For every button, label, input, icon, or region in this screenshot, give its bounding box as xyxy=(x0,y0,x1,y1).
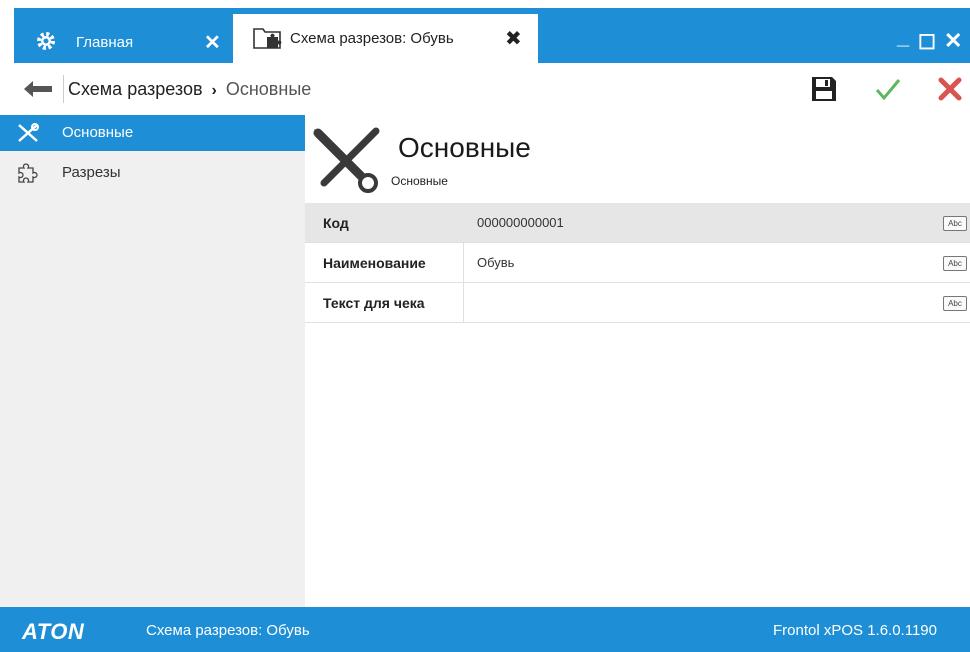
breadcrumb-current: Основные xyxy=(225,79,312,99)
sidebar-item-main[interactable]: Основные xyxy=(0,115,305,151)
field-label: Текст для чека xyxy=(323,295,425,311)
sidebar-item-label: Разрезы xyxy=(62,164,121,181)
field-row[interactable]: Код 000000000001 Abc xyxy=(305,203,970,243)
field-value[interactable]: 000000000001 xyxy=(477,215,564,230)
tab-bar: Главная ✕ Схема разрезов: Обувь ✖ _ ☐ ✕ xyxy=(0,0,970,63)
maximize-icon[interactable]: ☐ xyxy=(918,30,936,55)
gear-icon xyxy=(37,32,55,50)
tab-home-label: Главная xyxy=(76,34,134,51)
field-divider xyxy=(463,283,464,322)
text-type-icon: Abc xyxy=(943,256,967,271)
toolbar-divider xyxy=(63,75,64,103)
minimize-icon[interactable]: _ xyxy=(897,24,909,50)
aton-logo: ATON xyxy=(22,619,85,644)
field-divider xyxy=(463,243,464,282)
tools-icon xyxy=(18,123,39,142)
window-close-icon[interactable]: ✕ xyxy=(944,28,962,54)
tab-home[interactable]: Главная ✕ xyxy=(14,14,233,63)
puzzle-icon xyxy=(18,163,38,183)
status-bar: ATON Схема разрезов: Обувь Frontol xPOS … xyxy=(0,607,970,652)
breadcrumb: Схема разрезов › Основные xyxy=(68,79,311,100)
folder-puzzle-icon xyxy=(253,28,282,49)
field-label: Наименование xyxy=(323,255,426,271)
page-subtitle: Основные xyxy=(391,174,448,188)
field-row[interactable]: Наименование Обувь Abc xyxy=(305,243,970,283)
sidebar-item-label: Основные xyxy=(62,124,134,141)
save-icon[interactable] xyxy=(810,75,838,103)
status-version: Frontol xPOS 1.6.0.1190 xyxy=(773,622,937,639)
text-type-icon: Abc xyxy=(943,296,967,311)
sidebar-item-cuts[interactable]: Разрезы xyxy=(0,155,305,191)
breadcrumb-root[interactable]: Схема разрезов xyxy=(68,79,203,99)
tools-icon xyxy=(313,127,380,193)
main-content: Основные Основные Код 000000000001 Abc Н… xyxy=(305,115,970,607)
breadcrumb-separator: › xyxy=(211,82,217,99)
tab-scheme-label: Схема разрезов: Обувь xyxy=(290,30,454,47)
back-arrow-icon[interactable] xyxy=(24,81,52,97)
ok-check-icon[interactable] xyxy=(874,75,902,103)
sidebar: Основные Разрезы xyxy=(0,115,305,607)
field-label: Код xyxy=(323,215,349,231)
page-title: Основные xyxy=(398,132,531,163)
tab-scheme[interactable]: Схема разрезов: Обувь ✖ xyxy=(233,14,538,63)
cancel-x-icon[interactable] xyxy=(936,75,964,103)
field-value[interactable]: Обувь xyxy=(477,255,514,270)
tab-scheme-close-icon[interactable]: ✖ xyxy=(505,26,522,51)
toolbar: Схема разрезов › Основные xyxy=(14,63,970,116)
text-type-icon: Abc xyxy=(943,216,967,231)
status-document: Схема разрезов: Обувь xyxy=(146,622,310,639)
field-row[interactable]: Текст для чека Abc xyxy=(305,283,970,323)
tab-home-close-icon[interactable]: ✕ xyxy=(204,30,221,55)
